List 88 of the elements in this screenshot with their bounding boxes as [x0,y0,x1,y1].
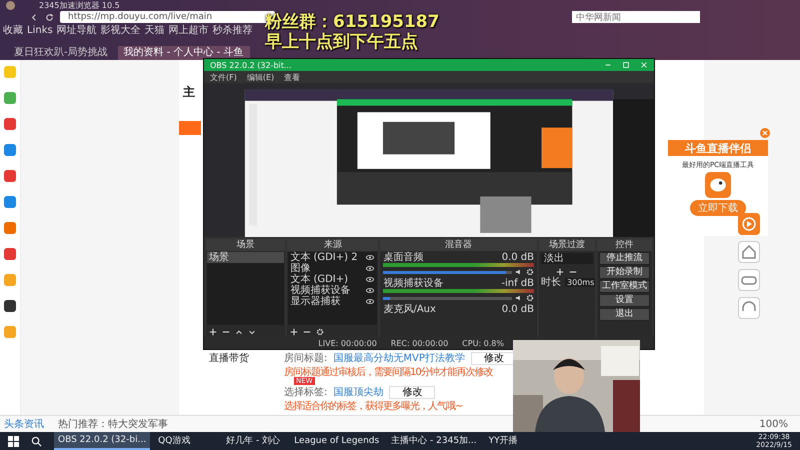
gear-icon[interactable] [316,328,324,336]
channel-reading: -inf dB [501,278,534,289]
source-item[interactable]: 显示器捕获 [288,296,342,307]
bookmark[interactable]: 天猫 [144,23,165,37]
taskbar-item[interactable]: League of Legends [290,432,384,450]
channel-name: 麦克风/Aux [383,304,436,315]
panel-header: 混音器 [380,239,538,251]
bookmark[interactable]: 网址导航 [56,23,97,37]
panel-header: 来源 [287,239,378,251]
app-logo-icon [705,172,731,198]
menu-item[interactable]: 编辑(E) [246,72,274,82]
source-item[interactable]: 文本 (GDI+) [288,274,350,285]
source-item[interactable]: 文本 (GDI+) 2 [288,252,360,263]
search-icon[interactable] [31,436,42,446]
search-field[interactable]: 中华网新闻 [572,11,700,23]
browser-tab[interactable]: 夏日狂欢趴-局势挑战 [8,46,114,60]
status-text: CPU: 0.8% [462,338,504,348]
bookmark[interactable]: 秒杀推荐 [212,23,253,37]
news-link[interactable]: 头条资讯 [4,417,44,431]
panel-header: 场景过渡 [539,239,595,251]
close-icon[interactable] [760,128,770,138]
taskbar-item[interactable]: 好几年 - 刘心 [222,432,286,450]
control-button[interactable]: 工作室模式 [598,280,650,293]
zoom-level[interactable]: 100% [759,418,788,430]
edit-button[interactable]: 修改 [389,386,436,398]
sidebar-item[interactable]: 直播带货 [179,351,254,415]
menu-highlight [179,121,201,135]
bookmark[interactable]: 收藏 [3,23,23,37]
field-label: 选择标签: [284,386,328,399]
eye-icon[interactable] [366,288,374,293]
channel-name: 视频捕获设备 [383,278,444,289]
control-button[interactable]: 开始录制 [598,266,650,279]
volume-slider[interactable] [383,270,512,274]
control-button[interactable]: 设置 [598,294,650,307]
play-icon[interactable] [738,213,760,235]
taskbar-item[interactable]: OBS 22.0.2 (32-bi... [54,432,150,450]
channel-reading: 0.0 dB [502,304,534,315]
gear-icon[interactable] [526,294,534,302]
control-button[interactable]: 停止推流 [598,252,650,265]
maximize-icon[interactable] [622,61,630,69]
eye-icon[interactable] [366,299,374,304]
scene-item[interactable]: 场景 [207,252,284,263]
eye-icon[interactable] [366,277,374,282]
source-item[interactable]: 视频捕获设备 [288,285,352,296]
menu-item[interactable]: 查看 [284,72,300,82]
taskbar-item[interactable]: YY开播 [484,432,549,450]
add-icon[interactable] [556,268,564,276]
window-title: OBS 22.0.2 (32-bit... [210,60,293,70]
overlay-caption: 早上十点到下午五点 [265,32,418,52]
avatar-icon [6,0,15,10]
taskbar-item[interactable]: 主播中心 - 2345加... [387,432,481,450]
home-icon[interactable] [738,241,760,263]
panel-header: 控件 [596,239,652,251]
hint-text: 选择适合你的标签，获得更多曝光，人气哦~ [284,401,464,413]
channel-reading: 0.0 dB [502,252,534,263]
volume-slider[interactable] [383,296,512,300]
taskbar-item[interactable]: QQ游戏 [154,432,218,450]
panel-header: 场景 [206,239,286,251]
bookmark[interactable]: Links [27,24,53,36]
duration-field[interactable]: 300ms [565,278,595,287]
window-title: 2345加速浏览器 10.5 [38,0,120,10]
status-text: LIVE: 00:00:00 [318,338,377,348]
windows-start-icon[interactable] [8,436,19,446]
add-icon[interactable] [290,328,298,336]
field-value: 国服最高分劫无MVP打法教学 [333,352,465,365]
channel-name: 桌面音频 [383,252,424,263]
source-item[interactable]: 图像 [288,263,312,274]
section-heading: 主 [182,84,196,101]
app-icon[interactable] [4,300,16,312]
gear-icon[interactable] [526,268,534,276]
field-value: 国服顶尖劫 [333,386,384,399]
menu-item[interactable]: 文件(F) [210,72,237,82]
duration-label: 时长 [540,277,562,288]
hint-text: 房间标题通过审核后，需要间隔10分钟才能再次修改 [284,367,494,378]
bookmark[interactable]: 影视大全 [100,23,141,37]
control-button[interactable]: 退出 [598,308,650,321]
hot-news-text: 热门推荐：特大突发军事 [58,418,168,431]
field-label: 房间标题: [284,352,328,365]
add-icon[interactable] [209,328,217,336]
ad-title: 斗鱼直播伴侣 [685,141,751,156]
bookmark[interactable]: 网上超市 [168,23,209,37]
browser-tab[interactable]: 我的资料 - 个人中心 - 斗鱼 [118,46,250,60]
eye-icon[interactable] [366,266,374,271]
status-text: REC: 00:00:00 [390,338,448,348]
reload-icon[interactable] [45,12,54,22]
eye-icon[interactable] [366,255,374,260]
transition-dropdown[interactable]: 淡出 [541,253,593,264]
close-icon[interactable] [640,61,648,69]
